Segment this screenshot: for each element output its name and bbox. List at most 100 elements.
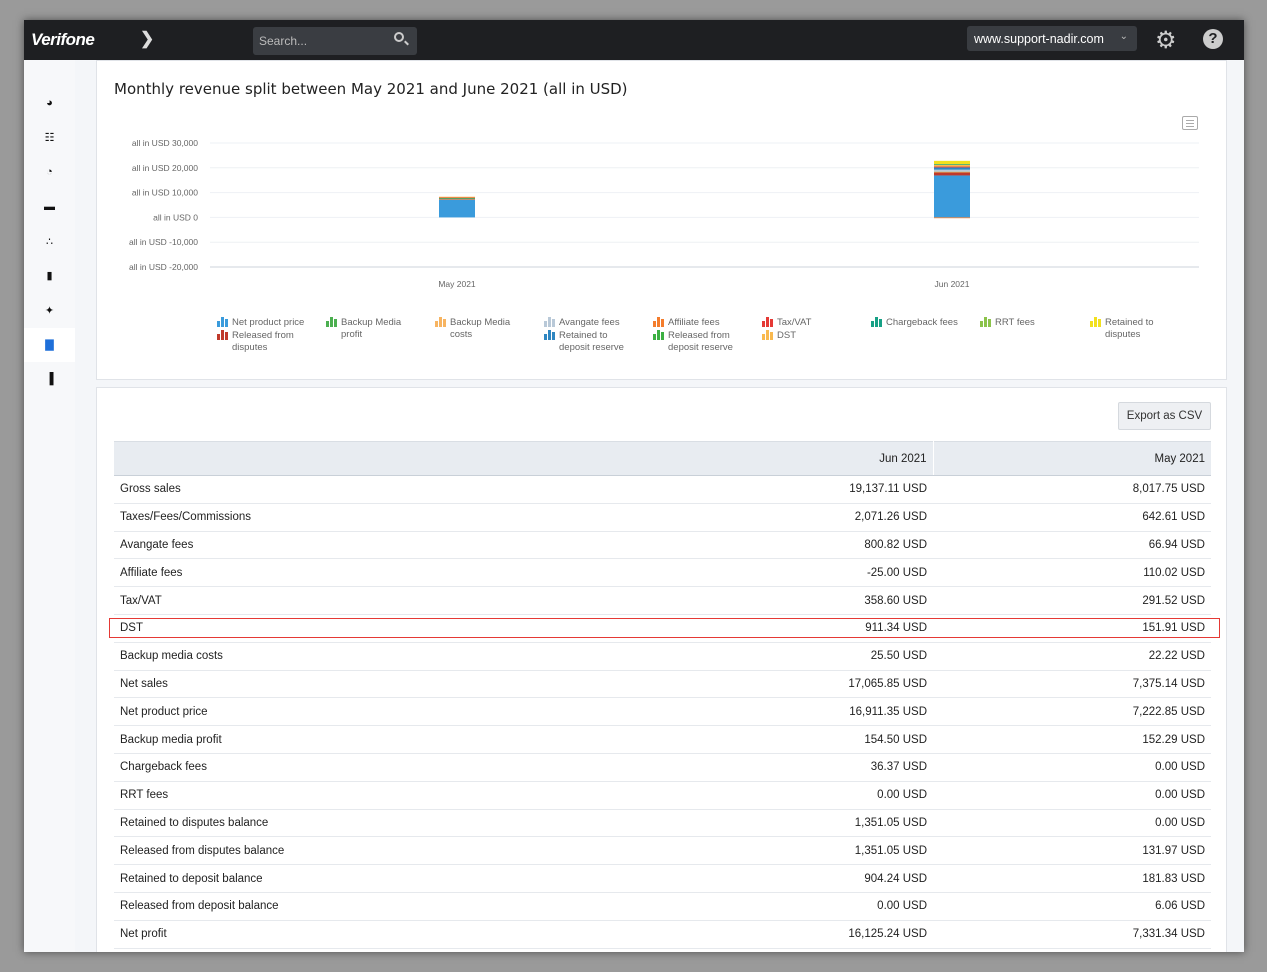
- row-label: DST: [114, 614, 634, 643]
- row-label: Backup media costs: [114, 642, 634, 671]
- sidebar-item-0[interactable]: ◕: [24, 86, 75, 120]
- sidebar-item-2[interactable]: ◔: [24, 155, 75, 189]
- table-row: Tax/VAT 358.60 USD 291.52 USD: [114, 586, 1211, 615]
- bar-chart-icon: [762, 317, 773, 327]
- jun-value: 911.34 USD: [634, 614, 934, 643]
- table-row: Gross sales 19,137.11 USD 8,017.75 USD: [114, 475, 1211, 504]
- may-value: 7,331.34 USD: [933, 920, 1211, 949]
- sliders-icon: ☷: [44, 132, 55, 144]
- may-value: 151.91 USD: [933, 614, 1211, 643]
- may-value: 0.00 USD: [933, 753, 1211, 782]
- jun-value: 19,137.11 USD: [634, 475, 934, 504]
- legend-item[interactable]: DST: [762, 330, 862, 342]
- dashboard-icon: ◕: [46, 97, 53, 109]
- legend-item[interactable]: Chargeback fees: [871, 317, 971, 329]
- jun-value: 358.60 USD: [634, 586, 934, 615]
- jun-value: 16,125.24 USD: [634, 920, 934, 949]
- jun-value: 16,911.35 USD: [634, 697, 934, 727]
- app-window: Verifone ❯ www.support-nadir.com ⌄ ⚙ ? ◕ ☷…: [24, 20, 1244, 952]
- may-value: 22.22 USD: [933, 642, 1211, 671]
- sidebar-item-7[interactable]: ▇: [24, 327, 75, 362]
- legend-label: Affiliate fees: [668, 317, 720, 328]
- legend-item[interactable]: Tax/VAT: [762, 317, 862, 329]
- verifone-logo[interactable]: Verifone: [31, 30, 95, 50]
- legend-column: Backup Media costs: [435, 317, 535, 342]
- table-row: Released from disputes balance 1,351.05 U…: [114, 836, 1211, 866]
- search-input[interactable]: [253, 27, 417, 55]
- bar-segment[interactable]: [934, 175, 970, 218]
- top-bar: Verifone ❯ www.support-nadir.com ⌄ ⚙ ?: [24, 20, 1244, 60]
- bar-segment[interactable]: [934, 160, 970, 165]
- bar-chart-icon: [544, 330, 555, 340]
- bar-segment[interactable]: [934, 164, 970, 165]
- domain-select[interactable]: www.support-nadir.com ⌄: [967, 26, 1137, 51]
- table-row: Chargeback fees 36.37 USD 0.00 USD: [114, 753, 1211, 782]
- chart-card: Monthly revenue split between May 2021 a…: [96, 60, 1227, 380]
- bar-segment[interactable]: [934, 169, 970, 172]
- legend-item[interactable]: Backup Media profit: [326, 317, 426, 341]
- chart-title: Monthly revenue split between May 2021 a…: [114, 80, 628, 98]
- legend-item[interactable]: Avangate fees: [544, 317, 644, 329]
- y-tick-label: all in USD 20,000: [132, 163, 198, 173]
- legend-item[interactable]: Affiliate fees: [653, 317, 753, 329]
- table-row: DST 911.34 USD 151.91 USD: [114, 614, 1211, 643]
- legend-item[interactable]: Retained to deposit reserve: [544, 330, 644, 354]
- legend-column: Tax/VAT DST: [762, 317, 862, 343]
- table-row: Backup media profit 154.50 USD 152.29 USD: [114, 725, 1211, 754]
- bar-chart-icon: [1090, 317, 1101, 327]
- gear-icon[interactable]: ⚙: [1155, 26, 1177, 55]
- jun-value: 904.24 USD: [634, 864, 934, 893]
- x-tick-label: Jun 2021: [935, 279, 970, 289]
- legend-item[interactable]: Net product price: [217, 317, 317, 329]
- bar-segment[interactable]: [934, 167, 970, 170]
- sidebar-item-1[interactable]: ☷: [24, 121, 75, 155]
- y-tick-label: all in USD 0: [153, 212, 198, 222]
- legend-item[interactable]: Retained to disputes: [1090, 317, 1190, 341]
- legend-item[interactable]: Backup Media costs: [435, 317, 535, 341]
- database-icon: ▮: [46, 270, 53, 282]
- may-value: 0.00 USD: [933, 809, 1211, 838]
- bar-segment[interactable]: [439, 197, 475, 199]
- jun-value: 800.82 USD: [634, 531, 934, 560]
- legend-column: Retained to disputes: [1090, 317, 1190, 342]
- expand-chevron-icon[interactable]: ❯: [140, 29, 154, 49]
- bar-chart-icon: [217, 330, 228, 340]
- y-tick-label: all in USD -20,000: [129, 262, 198, 272]
- export-csv-button[interactable]: Export as CSV: [1118, 402, 1211, 430]
- sidebar-item-6[interactable]: ✦: [24, 293, 75, 327]
- bar-segment[interactable]: [439, 199, 475, 218]
- legend-item[interactable]: Released from disputes: [217, 330, 317, 354]
- pie-chart-icon: ◔: [46, 166, 53, 178]
- chevron-down-icon: ⌄: [1119, 31, 1128, 42]
- may-value: 7,375.14 USD: [933, 670, 1211, 699]
- sidebar-item-5[interactable]: ▮: [24, 259, 75, 293]
- bar-chart-icon: [435, 317, 446, 327]
- bar-segment[interactable]: [934, 217, 970, 219]
- sidebar-item-3[interactable]: ▬: [24, 190, 75, 224]
- legend-item[interactable]: RRT fees: [980, 317, 1080, 329]
- table-row: Net product price 16,911.35 USD 7,222.85 U…: [114, 697, 1211, 727]
- sidebar-item-4[interactable]: ∴: [24, 224, 75, 258]
- jun-value: 154.50 USD: [634, 725, 934, 754]
- row-label: Net profit: [114, 920, 634, 949]
- bar-chart-icon: [653, 330, 664, 340]
- row-label: Retained to deposit balance: [114, 864, 634, 893]
- sidebar-item-8[interactable]: ▐: [24, 362, 75, 396]
- legend-column: Net product price Released from disputes: [217, 317, 317, 355]
- search-icon[interactable]: [394, 32, 404, 42]
- bar-segment[interactable]: [439, 196, 475, 198]
- plug-icon: ✦: [44, 304, 55, 317]
- chart-legend: Net product price Released from disputes B…: [217, 317, 1217, 367]
- bar-segment[interactable]: [934, 171, 970, 173]
- jun-value: 36.37 USD: [634, 753, 934, 782]
- jun-value: -25.00 USD: [634, 558, 934, 588]
- bar-segment[interactable]: [934, 172, 970, 176]
- row-label: Net product price: [114, 697, 634, 727]
- bar-segment[interactable]: [934, 166, 970, 168]
- x-tick-label: May 2021: [438, 279, 476, 289]
- jun-value: 1,351.05 USD: [634, 809, 934, 838]
- table-row: Affiliate fees -25.00 USD 110.02 USD: [114, 558, 1211, 588]
- legend-label: Retained to disputes: [1105, 317, 1154, 340]
- help-icon[interactable]: ?: [1203, 29, 1223, 49]
- legend-item[interactable]: Released from deposit reserve: [653, 330, 753, 354]
